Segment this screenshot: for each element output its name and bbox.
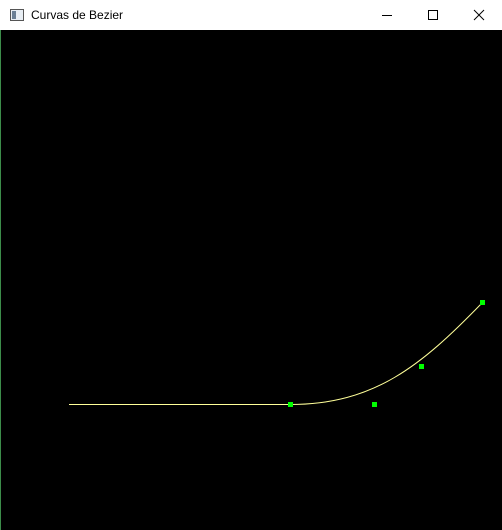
app-window: Curvas de Bezier (0, 0, 502, 530)
control-point-4[interactable] (480, 300, 485, 305)
bezier-curve (289, 302, 483, 405)
control-point-2[interactable] (372, 402, 377, 407)
bezier-scene (69, 300, 485, 407)
control-point-3[interactable] (419, 364, 424, 369)
control-point-1[interactable] (288, 402, 293, 407)
